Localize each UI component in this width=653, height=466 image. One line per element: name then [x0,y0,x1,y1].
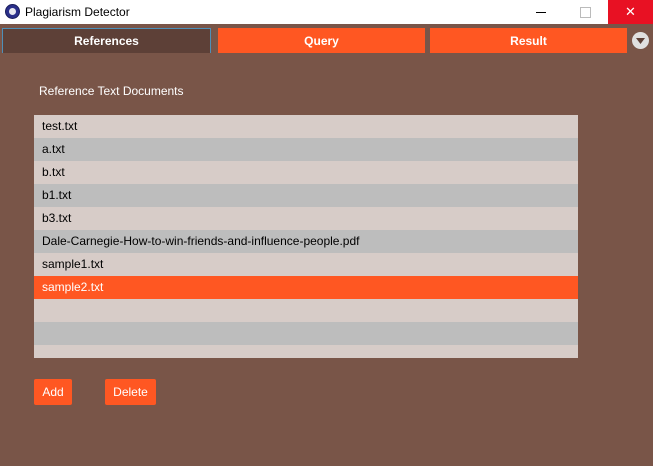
minimize-button[interactable] [518,0,563,24]
tab-query[interactable]: Query [218,28,425,53]
app-icon [5,4,20,19]
tab-references[interactable]: References [2,28,211,53]
close-button[interactable]: ✕ [608,0,653,24]
list-item-selected[interactable]: sample2.txt [34,276,578,299]
list-item[interactable]: b3.txt [34,207,578,230]
tab-label: References [74,34,139,48]
reference-file-list[interactable]: test.txt a.txt b.txt b1.txt b3.txt Dale-… [34,115,578,358]
tab-bar: References Query Result [0,28,653,56]
empty-list-row [34,322,578,345]
delete-button[interactable]: Delete [105,379,156,405]
empty-list-row [34,345,578,358]
close-icon: ✕ [625,4,636,19]
tab-label: Query [304,33,339,48]
minimize-icon [535,11,546,13]
chevron-down-icon [636,37,645,44]
list-item[interactable]: b.txt [34,161,578,184]
window-title: Plagiarism Detector [25,5,130,19]
list-item[interactable]: a.txt [34,138,578,161]
title-bar: Plagiarism Detector ✕ [0,0,653,24]
list-item[interactable]: sample1.txt [34,253,578,276]
tab-result[interactable]: Result [430,28,627,53]
maximize-icon [580,6,591,18]
tab-menu-button[interactable] [632,32,649,49]
maximize-button[interactable] [563,0,608,24]
list-item[interactable]: b1.txt [34,184,578,207]
list-item[interactable]: Dale-Carnegie-How-to-win-friends-and-inf… [34,230,578,253]
empty-list-row [34,299,578,322]
add-button[interactable]: Add [34,379,72,405]
section-title: Reference Text Documents [39,84,184,98]
tab-label: Result [510,33,547,48]
list-item[interactable]: test.txt [34,115,578,138]
